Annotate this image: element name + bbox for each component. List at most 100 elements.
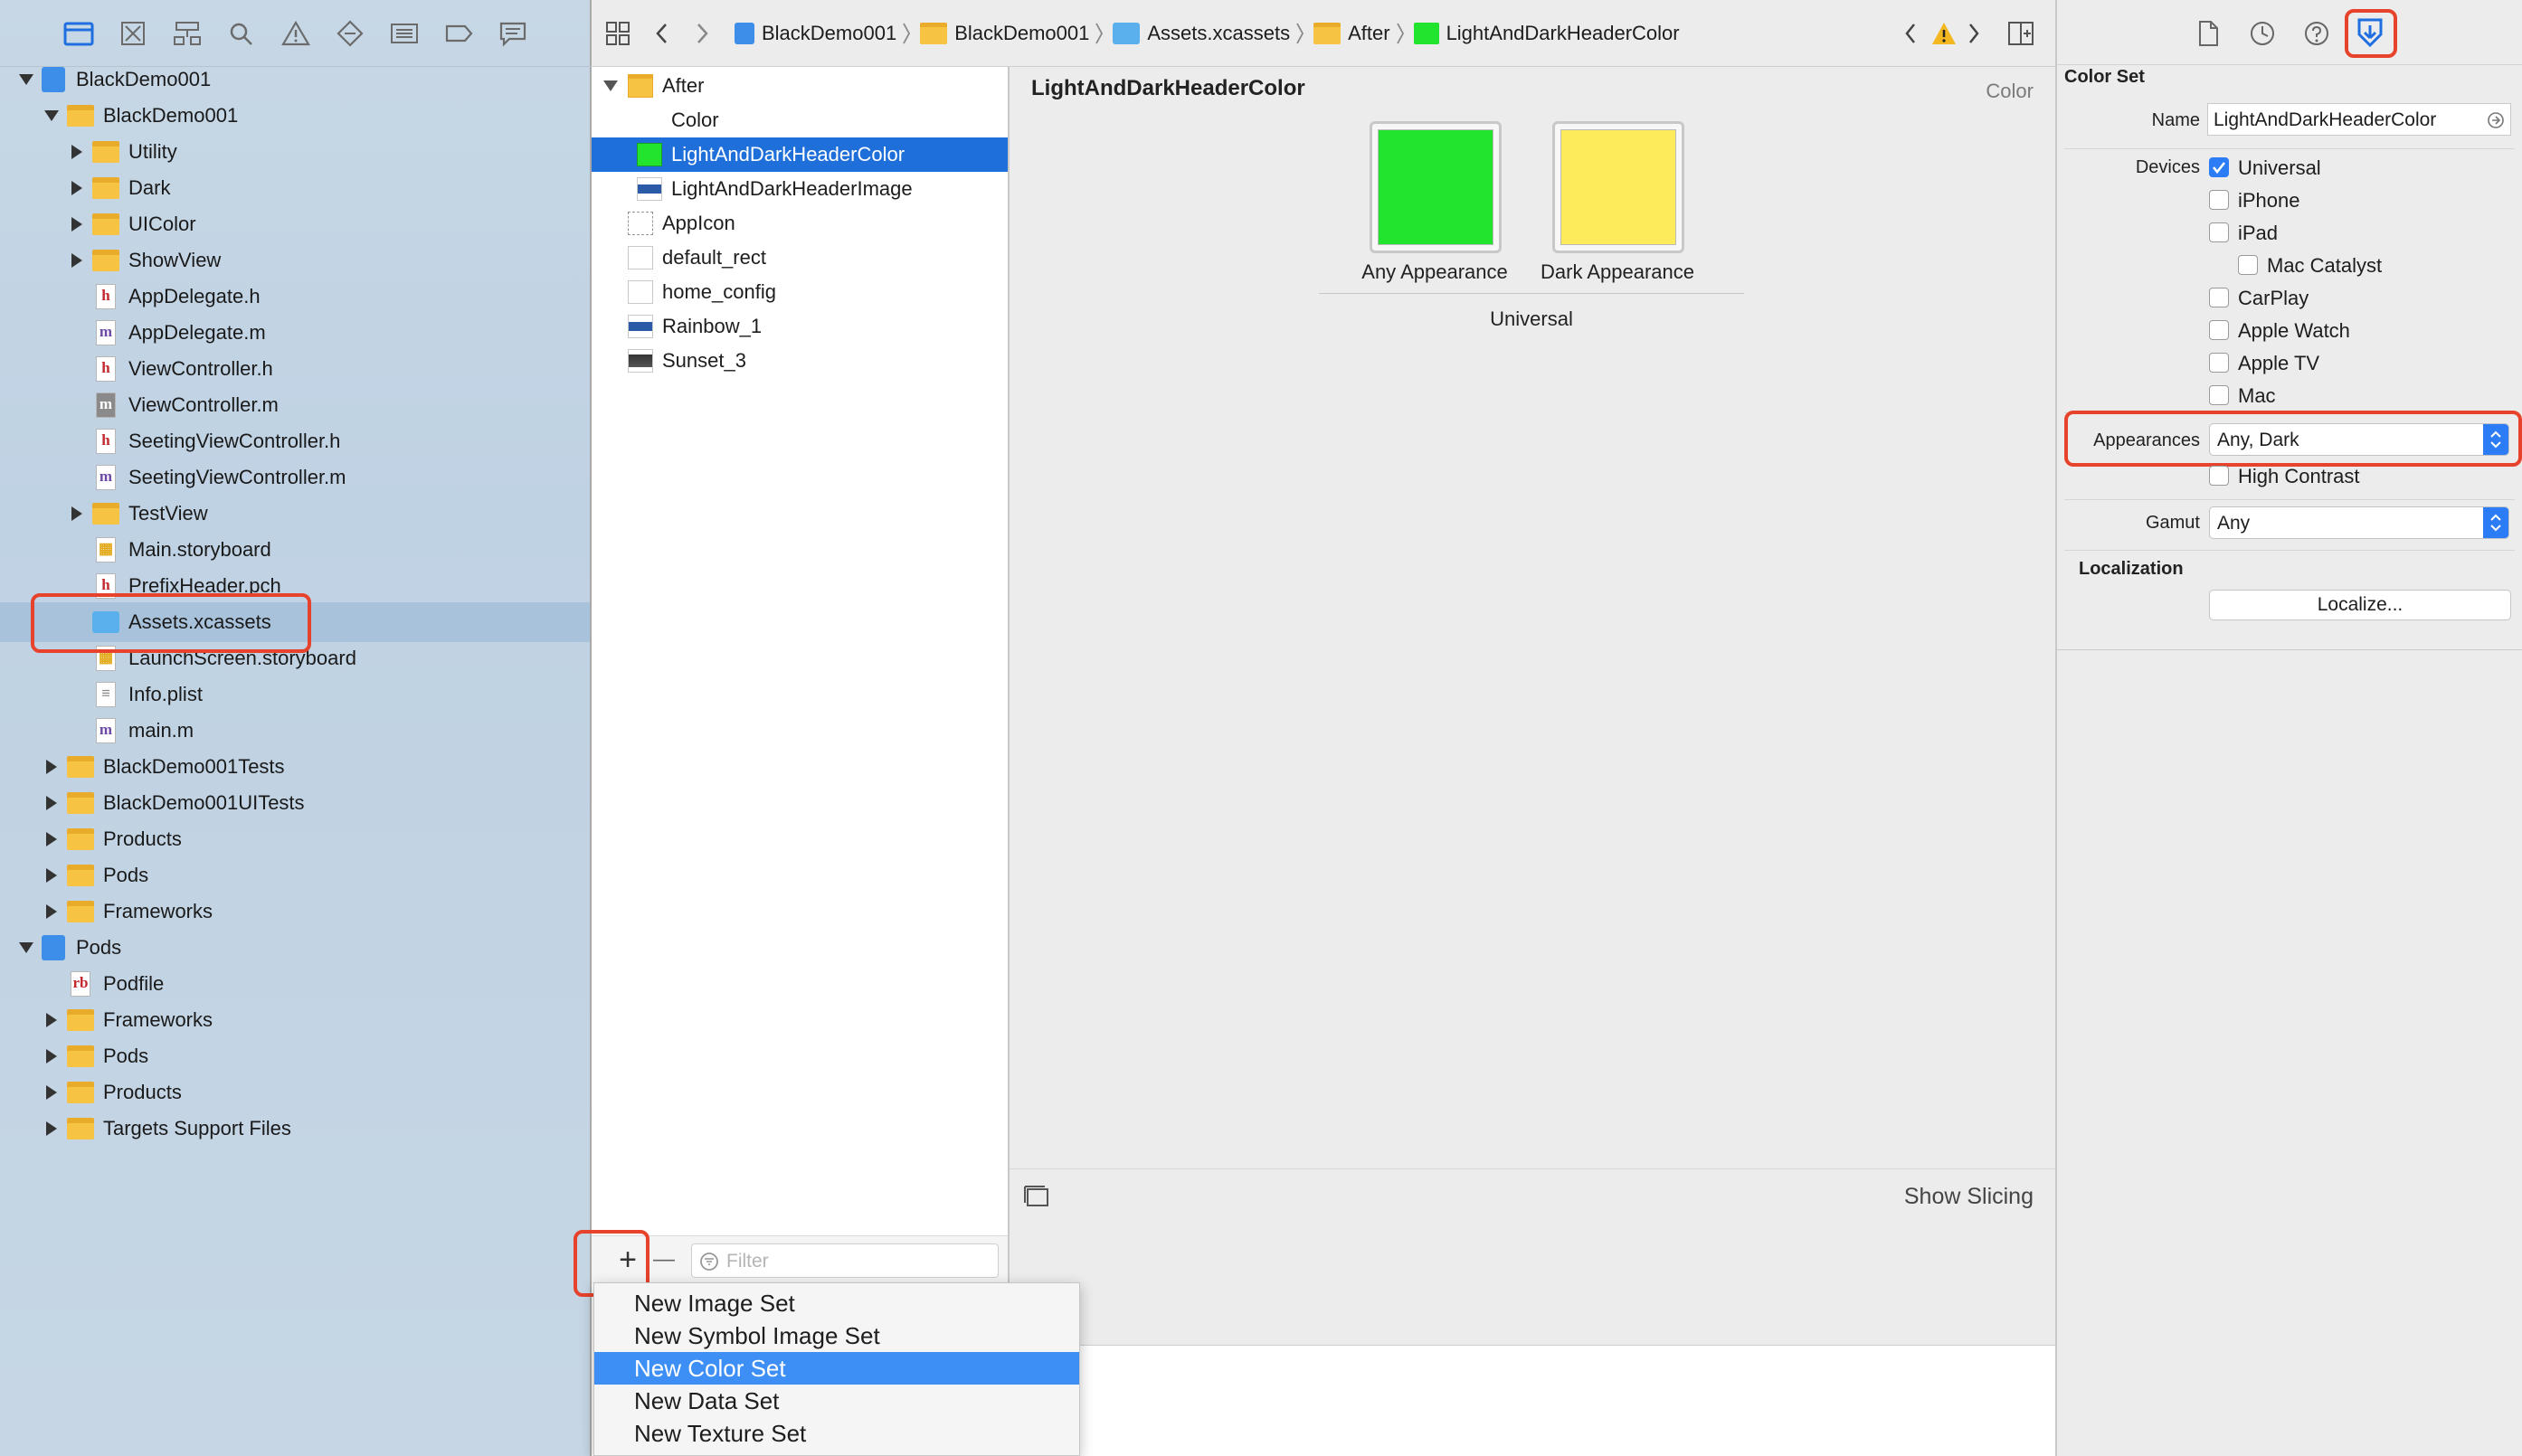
- asset-item[interactable]: Rainbow_1: [592, 309, 1008, 344]
- help-icon[interactable]: [2303, 20, 2330, 47]
- debug-icon[interactable]: [389, 20, 420, 47]
- tree-item[interactable]: Pods: [0, 857, 590, 893]
- disclosure-right-icon[interactable]: [67, 251, 87, 270]
- breadcrumb-item[interactable]: After: [1348, 22, 1389, 45]
- asset-item[interactable]: Sunset_3: [592, 344, 1008, 378]
- tree-item[interactable]: BlackDemo001UITests: [0, 785, 590, 821]
- name-field[interactable]: LightAndDarkHeaderColor: [2207, 103, 2511, 136]
- disclosure-down-icon[interactable]: [42, 106, 62, 126]
- device-checkbox[interactable]: [2209, 385, 2229, 405]
- tree-item[interactable]: h SeetingViewController.h: [0, 423, 590, 459]
- asset-item[interactable]: Color: [592, 103, 1008, 137]
- issue-icon[interactable]: [280, 20, 311, 47]
- tree-item[interactable]: Pods: [0, 1038, 590, 1074]
- history-icon[interactable]: [2249, 20, 2276, 47]
- tree-item[interactable]: TestView: [0, 496, 590, 532]
- dark-appearance-well[interactable]: [1552, 121, 1684, 253]
- asset-item[interactable]: LightAndDarkHeaderColor: [592, 137, 1008, 172]
- gamut-select[interactable]: Any: [2209, 506, 2509, 539]
- asset-item[interactable]: LightAndDarkHeaderImage: [592, 172, 1008, 206]
- disclosure-down-icon[interactable]: [16, 70, 36, 90]
- tree-item[interactable]: UIColor: [0, 206, 590, 242]
- disclosure-down-icon[interactable]: [602, 80, 622, 92]
- tree-item[interactable]: m AppDelegate.m: [0, 315, 590, 351]
- disclosure-down-icon[interactable]: [16, 938, 36, 958]
- disclosure-right-icon[interactable]: [42, 1083, 62, 1102]
- high-contrast-checkbox[interactable]: [2209, 466, 2229, 486]
- device-checkbox[interactable]: [2209, 353, 2229, 373]
- next-issue-icon[interactable]: [1965, 20, 1983, 47]
- menu-item[interactable]: New Texture Set: [594, 1417, 1079, 1450]
- menu-item[interactable]: New Data Set: [594, 1385, 1079, 1417]
- disclosure-right-icon[interactable]: [42, 829, 62, 849]
- tree-item[interactable]: ▦ Main.storyboard: [0, 532, 590, 568]
- disclosure-right-icon[interactable]: [67, 142, 87, 162]
- test-icon[interactable]: [335, 20, 365, 47]
- device-checkbox[interactable]: [2209, 222, 2229, 242]
- menu-item[interactable]: New Image Set: [594, 1287, 1079, 1319]
- disclosure-right-icon[interactable]: [67, 214, 87, 234]
- hierarchy-icon[interactable]: [172, 20, 203, 47]
- file-inspector-icon[interactable]: [2196, 20, 2220, 47]
- device-checkbox[interactable]: [2209, 190, 2229, 210]
- disclosure-right-icon[interactable]: [67, 178, 87, 198]
- show-slicing-button[interactable]: Show Slicing: [1904, 1184, 2034, 1210]
- asset-item[interactable]: home_config: [592, 275, 1008, 309]
- disclosure-right-icon[interactable]: [42, 1010, 62, 1030]
- tree-item[interactable]: h ViewController.h: [0, 351, 590, 387]
- breakpoint-icon[interactable]: [443, 20, 474, 47]
- tree-item[interactable]: Pods: [0, 930, 590, 966]
- asset-item[interactable]: default_rect: [592, 241, 1008, 275]
- filter-field[interactable]: Filter: [691, 1243, 999, 1278]
- tree-item[interactable]: Frameworks: [0, 893, 590, 930]
- breadcrumb-item[interactable]: BlackDemo001: [954, 22, 1089, 45]
- back-arrow-icon[interactable]: [651, 20, 673, 47]
- slicing-icon[interactable]: [1022, 1182, 1051, 1209]
- tree-item[interactable]: BlackDemo001Tests: [0, 749, 590, 785]
- disclosure-right-icon[interactable]: [42, 865, 62, 885]
- device-checkbox[interactable]: [2238, 255, 2258, 275]
- tree-item[interactable]: m ViewController.m: [0, 387, 590, 423]
- disclosure-right-icon[interactable]: [42, 757, 62, 777]
- disclosure-right-icon[interactable]: [42, 902, 62, 922]
- remove-asset-button[interactable]: —: [646, 1242, 682, 1278]
- localize-button[interactable]: Localize...: [2209, 590, 2511, 620]
- tree-item[interactable]: Products: [0, 821, 590, 857]
- menu-item[interactable]: New Color Set: [594, 1352, 1079, 1385]
- tree-item[interactable]: rb Podfile: [0, 966, 590, 1002]
- breadcrumb-item[interactable]: LightAndDarkHeaderColor: [1446, 22, 1680, 45]
- add-editor-icon[interactable]: [2006, 20, 2035, 47]
- tree-item[interactable]: ShowView: [0, 242, 590, 279]
- disclosure-right-icon[interactable]: [42, 1046, 62, 1066]
- disclosure-right-icon[interactable]: [42, 1119, 62, 1139]
- any-appearance-well[interactable]: [1370, 121, 1502, 253]
- warning-icon[interactable]: [1930, 20, 1958, 47]
- report-icon[interactable]: [498, 20, 528, 47]
- previous-issue-icon[interactable]: [1901, 20, 1920, 47]
- tree-item[interactable]: Products: [0, 1074, 590, 1111]
- find-icon[interactable]: [226, 20, 257, 47]
- device-checkbox[interactable]: [2209, 157, 2229, 177]
- disclosure-right-icon[interactable]: [42, 793, 62, 813]
- related-items-icon[interactable]: [604, 20, 631, 47]
- device-checkbox[interactable]: [2209, 320, 2229, 340]
- tree-item[interactable]: m main.m: [0, 713, 590, 749]
- tree-item[interactable]: BlackDemo001: [0, 98, 590, 134]
- tree-item[interactable]: Frameworks: [0, 1002, 590, 1038]
- tree-item[interactable]: h AppDelegate.h: [0, 279, 590, 315]
- source-control-icon[interactable]: [118, 20, 148, 47]
- folder-icon[interactable]: [63, 20, 94, 47]
- asset-item[interactable]: After: [592, 69, 1008, 103]
- tree-item[interactable]: BlackDemo001: [0, 61, 590, 98]
- breadcrumb-item[interactable]: BlackDemo001: [762, 22, 896, 45]
- tree-item[interactable]: Utility: [0, 134, 590, 170]
- go-arrow-icon[interactable]: [2487, 111, 2505, 129]
- disclosure-right-icon[interactable]: [67, 504, 87, 524]
- tree-item[interactable]: m SeetingViewController.m: [0, 459, 590, 496]
- menu-item[interactable]: New Symbol Image Set: [594, 1319, 1079, 1352]
- breadcrumb-item[interactable]: Assets.xcassets: [1147, 22, 1290, 45]
- forward-arrow-icon[interactable]: [691, 20, 713, 47]
- device-checkbox[interactable]: [2209, 288, 2229, 307]
- asset-item[interactable]: AppIcon: [592, 206, 1008, 241]
- tree-item[interactable]: Targets Support Files: [0, 1111, 590, 1147]
